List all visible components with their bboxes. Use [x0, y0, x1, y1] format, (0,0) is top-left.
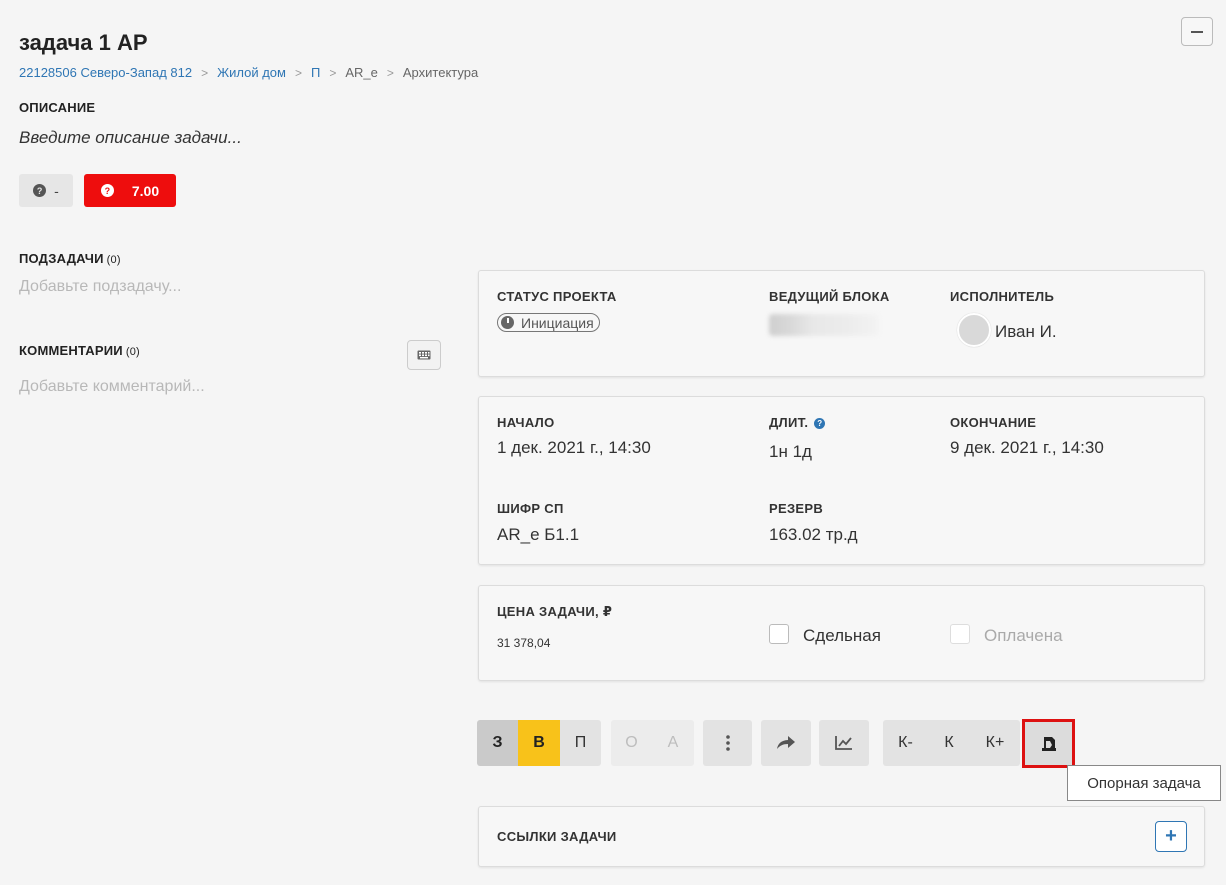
comments-label: КОММЕНТАРИИ (0) [19, 343, 140, 358]
share-button[interactable] [761, 720, 811, 766]
avatar[interactable] [957, 313, 991, 347]
more-button-wrap [703, 720, 752, 766]
stage-p-button[interactable]: П [560, 720, 601, 766]
plus-icon: + [1165, 825, 1177, 847]
breadcrumb-stage[interactable]: П [311, 65, 320, 80]
reserve-value: 163.02 тр.д [769, 525, 858, 544]
piecework-label: Сдельная [803, 626, 881, 645]
status-card: СТАТУС ПРОЕКТА Инициация ВЕДУЩИЙ БЛОКА И… [478, 270, 1205, 377]
code-value: AR_e Б1.1 [497, 525, 580, 544]
anchor-task-tooltip: Опорная задача [1067, 765, 1221, 801]
share-button-wrap [761, 720, 811, 766]
subtasks-label: ПОДЗАДАЧИ (0) [19, 251, 121, 266]
collapse-button[interactable] [1181, 17, 1213, 46]
question-icon: ? [100, 184, 114, 197]
anchor-task-icon [1041, 736, 1056, 751]
add-subtask-input[interactable]: Добавьте подзадачу... [19, 278, 181, 296]
oa-toggle-group: О А [611, 720, 694, 766]
project-status-badge[interactable]: Инициация [497, 313, 600, 332]
duration-value[interactable]: 1н 1д [769, 442, 812, 462]
breadcrumb: 22128506 Северо-Запад 812 > Жилой дом > … [19, 65, 478, 80]
subtasks-count: (0) [106, 254, 121, 266]
keyboard-icon [417, 350, 431, 360]
grey-chip-value: - [54, 182, 59, 199]
dates-card: НАЧАЛО 1 дек. 2021 г., 14:30 ДЛИТ.? 1н 1… [478, 396, 1205, 565]
k-button[interactable]: К [928, 720, 970, 766]
price-value[interactable]: 31 378,04 [497, 636, 550, 650]
help-icon[interactable]: ? [814, 418, 826, 429]
reserve-label: РЕЗЕРВ [769, 501, 824, 516]
block-lead-label: ВЕДУЩИЙ БЛОКА [769, 289, 890, 304]
price-card: ЦЕНА ЗАДАЧИ, ₽ 31 378,04 Сдельная Оплаче… [478, 585, 1205, 681]
red-chip-value: 7.00 [131, 182, 160, 199]
stage-toggle-group: З В П [477, 720, 601, 766]
paid-checkbox[interactable] [950, 624, 970, 644]
share-arrow-icon [777, 736, 795, 749]
duration-label: ДЛИТ.? [769, 415, 826, 430]
a-button[interactable]: А [652, 720, 694, 766]
comments-count: (0) [125, 346, 140, 358]
chart-line-icon [835, 736, 852, 750]
chevron-right-icon: > [201, 65, 209, 80]
end-label: ОКОНЧАНИЕ [950, 415, 1037, 430]
k-toggle-group: К- К К+ [883, 720, 1020, 766]
add-comment-input[interactable]: Добавьте комментарий... [19, 378, 205, 396]
chevron-right-icon: > [386, 65, 394, 80]
chart-button-wrap [819, 720, 869, 766]
project-status-value: Инициация [521, 314, 594, 331]
comments-title: КОММЕНТАРИИ [19, 343, 123, 358]
grey-value-chip[interactable]: ? - [19, 174, 73, 207]
minus-icon [1191, 30, 1203, 33]
links-card: ССЫЛКИ ЗАДАЧИ + [478, 806, 1205, 867]
project-status-label: СТАТУС ПРОЕКТА [497, 289, 617, 304]
subtasks-title: ПОДЗАДАЧИ [19, 251, 104, 266]
clock-icon [501, 316, 514, 329]
start-label: НАЧАЛО [497, 415, 555, 430]
breadcrumb-section: Архитектура [402, 65, 479, 80]
question-icon: ? [33, 184, 47, 197]
paid-label: Оплачена [984, 626, 1063, 645]
chart-button[interactable] [819, 720, 869, 766]
k-plus-button[interactable]: К+ [970, 720, 1020, 766]
end-value[interactable]: 9 дек. 2021 г., 14:30 [950, 438, 1104, 458]
breadcrumb-code: AR_e [345, 65, 378, 80]
red-value-chip[interactable]: ? 7.00 [84, 174, 176, 207]
stage-v-button[interactable]: В [518, 720, 560, 766]
block-lead-avatar[interactable] [769, 314, 879, 336]
breadcrumb-object[interactable]: Жилой дом [217, 65, 286, 80]
piecework-checkbox[interactable] [769, 624, 789, 644]
start-value[interactable]: 1 дек. 2021 г., 14:30 [497, 438, 651, 458]
code-label: ШИФР СП [497, 501, 564, 516]
breadcrumb-project[interactable]: 22128506 Северо-Запад 812 [19, 65, 192, 80]
chevron-right-icon: > [294, 65, 302, 80]
price-label: ЦЕНА ЗАДАЧИ, ₽ [497, 604, 613, 619]
description-input[interactable]: Введите описание задачи... [19, 128, 242, 148]
executor-label: ИСПОЛНИТЕЛЬ [950, 289, 1055, 304]
more-vertical-icon [725, 735, 730, 751]
anchor-task-button[interactable] [1022, 719, 1075, 768]
task-title: задача 1 АР [19, 30, 148, 55]
chevron-right-icon: > [329, 65, 337, 80]
stage-z-button[interactable]: З [477, 720, 518, 766]
duration-title: ДЛИТ. [769, 415, 809, 430]
executor-name[interactable]: Иван И. [995, 322, 1057, 342]
description-label: ОПИСАНИЕ [19, 100, 96, 115]
more-button[interactable] [703, 720, 752, 766]
o-button[interactable]: О [611, 720, 652, 766]
k-minus-button[interactable]: К- [883, 720, 928, 766]
links-label: ССЫЛКИ ЗАДАЧИ [497, 829, 617, 844]
add-link-button[interactable]: + [1155, 821, 1187, 852]
keyboard-button[interactable] [407, 340, 441, 370]
